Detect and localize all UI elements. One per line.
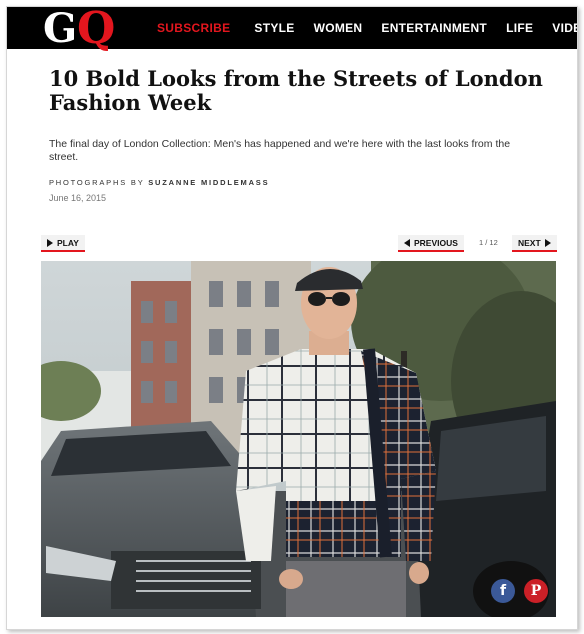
play-label: PLAY — [57, 237, 79, 248]
slide-counter: 1 / 12 — [479, 238, 498, 247]
nav-item-women[interactable]: WOMEN — [314, 21, 363, 35]
photo-credit: PHOTOGRAPHS BY SUZANNE MIDDLEMASS — [49, 178, 269, 187]
play-icon — [47, 238, 53, 247]
credit-photographer-name[interactable]: SUZANNE MIDDLEMASS — [148, 178, 269, 187]
top-navigation-bar: G Q SUBSCRIBE STYLE WOMEN ENTERTAINMENT … — [7, 6, 577, 54]
pinterest-icon: P — [530, 583, 542, 599]
gq-logo[interactable]: G Q — [43, 6, 139, 54]
credit-prefix: PHOTOGRAPHS BY — [49, 178, 145, 187]
previous-button[interactable]: PREVIOUS — [398, 235, 464, 252]
logo-letter-q: Q — [77, 6, 116, 54]
facebook-share-button[interactable]: f — [491, 579, 515, 603]
slideshow-photo[interactable] — [41, 261, 556, 617]
nav-item-subscribe[interactable]: SUBSCRIBE — [157, 21, 230, 35]
nav-item-life[interactable]: LIFE — [506, 21, 533, 35]
arrow-left-icon — [404, 238, 410, 247]
page-frame: G Q SUBSCRIBE STYLE WOMEN ENTERTAINMENT … — [6, 6, 578, 630]
facebook-icon: f — [499, 583, 507, 599]
nav-item-entertainment[interactable]: ENTERTAINMENT — [381, 21, 487, 35]
next-button[interactable]: NEXT — [512, 235, 557, 252]
article-dek: The final day of London Collection: Men'… — [49, 138, 511, 163]
article-title: 10 Bold Looks from the Streets of London… — [49, 66, 543, 115]
street-style-photo — [41, 261, 556, 617]
nav-item-style[interactable]: STYLE — [254, 21, 294, 35]
logo-letter-g: G — [43, 6, 77, 52]
nav-menu: SUBSCRIBE STYLE WOMEN ENTERTAINMENT LIFE… — [157, 7, 577, 49]
play-button[interactable]: PLAY — [41, 235, 85, 252]
nav-item-video[interactable]: VIDEO — [552, 21, 577, 35]
publish-date: June 16, 2015 — [49, 193, 107, 203]
previous-label: PREVIOUS — [414, 237, 458, 248]
next-label: NEXT — [518, 237, 541, 248]
arrow-right-icon — [544, 238, 551, 247]
pinterest-share-button[interactable]: P — [524, 579, 548, 603]
